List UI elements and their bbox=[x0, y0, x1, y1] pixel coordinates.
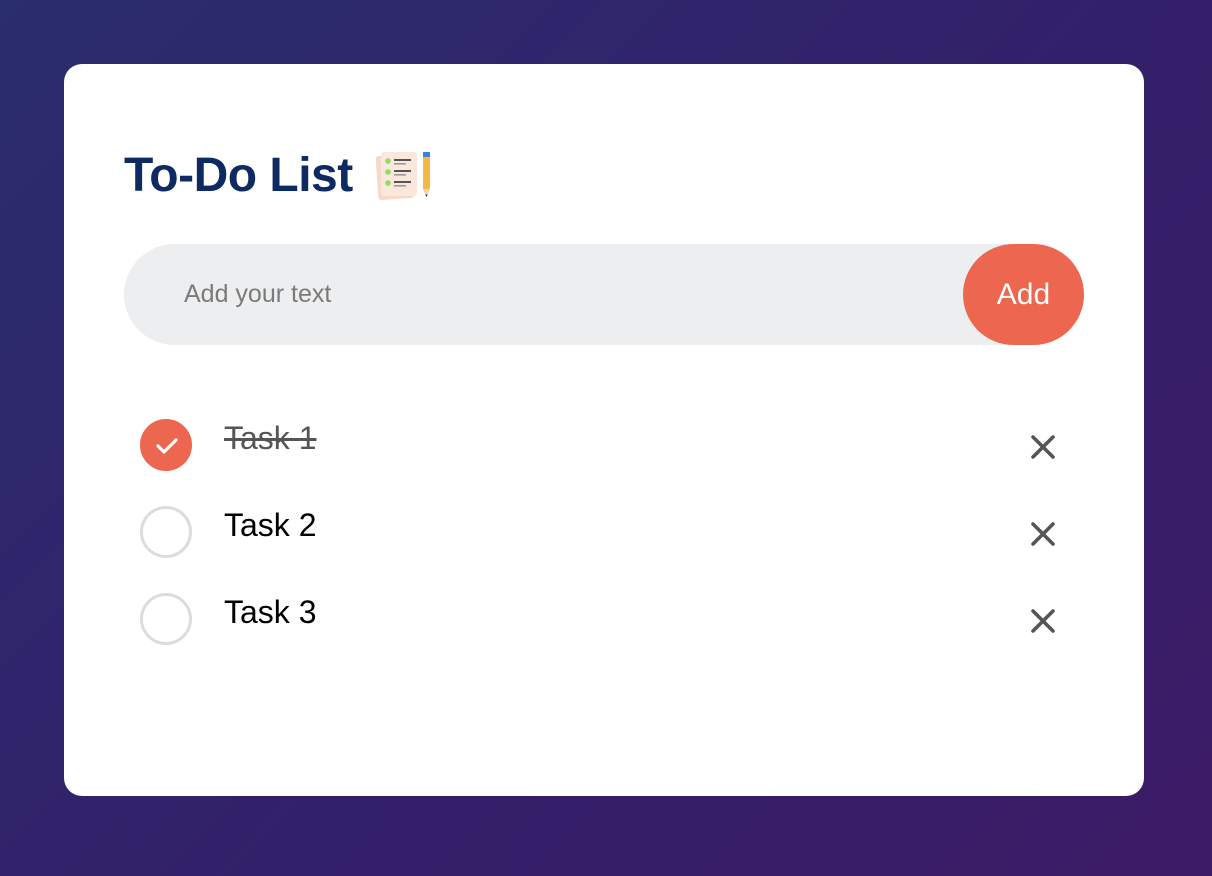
close-icon[interactable] bbox=[1028, 519, 1058, 549]
task-checkbox[interactable] bbox=[140, 593, 192, 645]
task-item[interactable]: Task 2 bbox=[140, 503, 1070, 590]
add-task-row: Add bbox=[124, 244, 1084, 345]
task-item[interactable]: Task 3 bbox=[140, 590, 1070, 677]
todo-card: To-Do List Add your text Add Task 1 Task… bbox=[64, 64, 1144, 796]
task-label: Task 1 bbox=[224, 420, 317, 456]
checklist-notepad-icon bbox=[375, 150, 435, 202]
close-icon[interactable] bbox=[1028, 432, 1058, 462]
add-button[interactable]: Add bbox=[963, 244, 1084, 345]
page-title: To-Do List bbox=[124, 149, 353, 202]
check-icon bbox=[156, 438, 178, 454]
task-input[interactable] bbox=[184, 244, 944, 345]
task-label: Task 3 bbox=[224, 594, 317, 630]
task-list: Task 1 Task 2 Task 3 bbox=[140, 416, 1070, 677]
task-checkbox[interactable] bbox=[140, 419, 192, 471]
task-checkbox[interactable] bbox=[140, 506, 192, 558]
task-label: Task 2 bbox=[224, 507, 317, 543]
task-item[interactable]: Task 1 bbox=[140, 416, 1070, 503]
close-icon[interactable] bbox=[1028, 606, 1058, 636]
title-row: To-Do List bbox=[124, 148, 435, 204]
